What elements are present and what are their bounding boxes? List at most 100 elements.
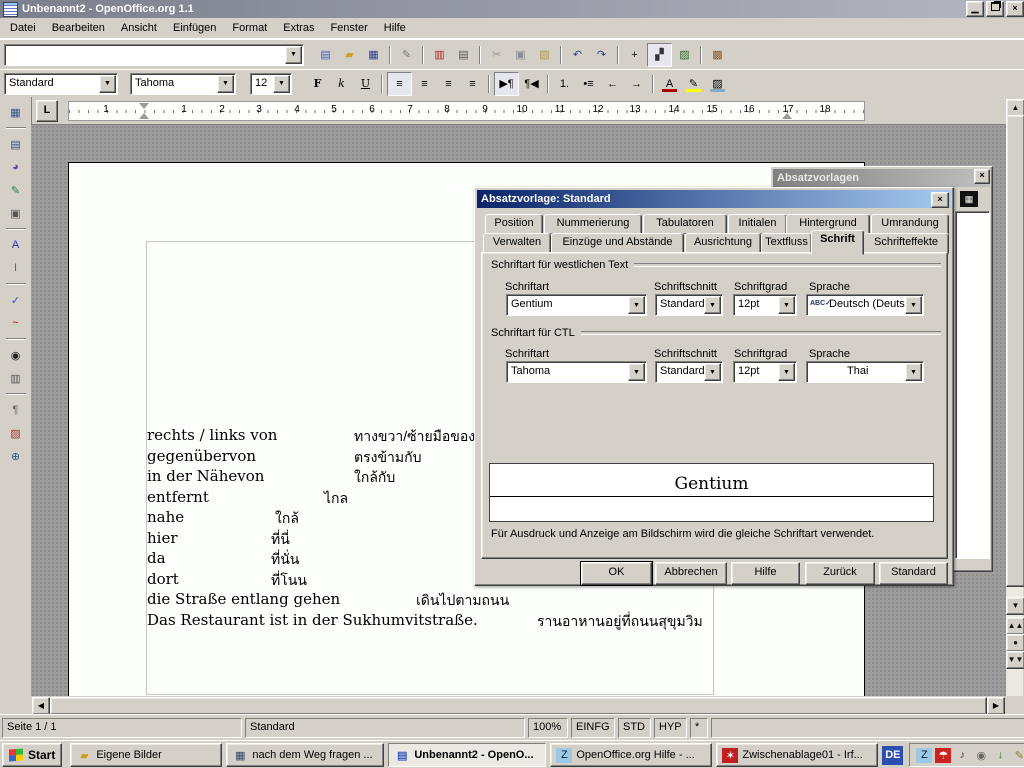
stylist-icon[interactable]: ▞ bbox=[647, 43, 672, 67]
previous-page-icon[interactable]: ▲▲ bbox=[1006, 617, 1024, 635]
quickstarter-icon[interactable]: Z bbox=[916, 748, 932, 763]
ltr-button[interactable]: ▶¶ bbox=[494, 72, 519, 96]
paste-icon[interactable]: ▧ bbox=[533, 44, 556, 66]
taskbar-unbenannt2[interactable]: ▤ Unbenannt2 - OpenO... bbox=[388, 743, 546, 767]
antivirus-icon[interactable]: ☂ bbox=[935, 748, 951, 763]
keyboard-layout-badge[interactable]: DE bbox=[882, 746, 903, 765]
highlight-button[interactable]: ✎ bbox=[682, 73, 705, 95]
status-segment[interactable]: * bbox=[690, 718, 708, 738]
autotext-icon[interactable]: A bbox=[4, 235, 28, 255]
draw-functions-icon[interactable]: ✎ bbox=[4, 180, 28, 200]
status-segment[interactable]: Seite 1 / 1 bbox=[2, 718, 242, 738]
taskbar-eigene-bilder[interactable]: ▰ Eigene Bilder bbox=[70, 743, 222, 767]
vertical-scroll-thumb[interactable] bbox=[1006, 115, 1024, 587]
gallery-icon[interactable]: ▨ bbox=[673, 44, 696, 66]
redo-icon[interactable]: ↷ bbox=[590, 44, 613, 66]
font-size-combobox[interactable]: 12 ▼ bbox=[250, 73, 292, 95]
navigation-icon[interactable]: ● bbox=[1006, 634, 1024, 652]
status-segment[interactable]: 100% bbox=[528, 718, 568, 738]
taskbar-ooo-hilfe[interactable]: Z OpenOffice.org Hilfe - ... bbox=[550, 743, 712, 767]
numbering-button[interactable]: 1. bbox=[553, 73, 576, 95]
western-font-combobox[interactable]: Gentium ▼ bbox=[506, 294, 647, 316]
new-document-icon[interactable]: ▤ bbox=[314, 44, 337, 66]
stylist-close-icon[interactable]: × bbox=[974, 169, 990, 184]
restore-button[interactable] bbox=[986, 1, 1004, 17]
dropdown-arrow-icon[interactable]: ▼ bbox=[704, 296, 721, 314]
start-button[interactable]: Start bbox=[2, 743, 62, 767]
ok-button[interactable]: OK bbox=[581, 562, 652, 585]
menu-item[interactable]: Datei bbox=[2, 20, 44, 36]
nonprinting-chars-icon[interactable]: ¶ bbox=[4, 400, 28, 420]
standard-button[interactable]: Standard bbox=[879, 562, 948, 585]
close-button[interactable]: × bbox=[1006, 1, 1024, 17]
insert-fields-icon[interactable]: ▤ bbox=[4, 134, 28, 154]
dropdown-arrow-icon[interactable]: ▼ bbox=[778, 363, 795, 381]
right-indent-marker[interactable] bbox=[782, 113, 792, 119]
increase-indent-button[interactable]: → bbox=[625, 73, 648, 95]
undo-icon[interactable]: ↶ bbox=[566, 44, 589, 66]
status-segment[interactable] bbox=[711, 718, 1024, 738]
tab-tabulatoren[interactable]: Tabulatoren bbox=[643, 214, 727, 234]
align-right-button[interactable]: ≡ bbox=[437, 73, 460, 95]
decrease-indent-button[interactable]: ← bbox=[601, 73, 624, 95]
tab-einzuege[interactable]: Einzüge und Abstände bbox=[551, 233, 684, 254]
tab-schrift[interactable]: Schrift bbox=[811, 230, 864, 255]
mouse-icon[interactable]: ◉ bbox=[973, 748, 989, 763]
style-dropdown-arrow[interactable]: ▼ bbox=[99, 75, 116, 93]
dropdown-arrow-icon[interactable]: ▼ bbox=[704, 363, 721, 381]
help-button[interactable]: Hilfe bbox=[731, 562, 800, 585]
paragraph-style-combobox[interactable]: Standard ▼ bbox=[4, 73, 118, 95]
menu-item[interactable]: Fenster bbox=[322, 20, 375, 36]
font-name-combobox[interactable]: Tahoma ▼ bbox=[130, 73, 236, 95]
tab-verwalten[interactable]: Verwalten bbox=[483, 233, 551, 254]
size-dropdown-arrow[interactable]: ▼ bbox=[273, 75, 290, 93]
horizontal-scrollbar[interactable]: ◀ ▶ bbox=[0, 696, 1024, 714]
insert-form-icon[interactable]: ▣ bbox=[4, 203, 28, 223]
online-layout-icon[interactable]: ⊕ bbox=[4, 446, 28, 466]
scroll-down-icon[interactable]: ▼ bbox=[1006, 597, 1024, 615]
horizontal-scroll-thumb[interactable] bbox=[50, 697, 987, 715]
next-page-icon[interactable]: ▼▼ bbox=[1006, 651, 1024, 669]
export-pdf-icon[interactable]: ▥ bbox=[428, 44, 451, 66]
menu-item[interactable]: Extras bbox=[275, 20, 322, 36]
status-segment[interactable]: Standard bbox=[245, 718, 525, 738]
ctl-language-combobox[interactable]: Thai ▼ bbox=[806, 361, 924, 383]
find-replace-icon[interactable]: ◉ bbox=[4, 345, 28, 365]
left-indent-marker[interactable] bbox=[139, 113, 149, 119]
menu-item[interactable]: Format bbox=[224, 20, 275, 36]
tab-position[interactable]: Position bbox=[485, 214, 543, 234]
taskbar-zwischenablage[interactable]: ✶ Zwischenablage01 - Irf... bbox=[716, 743, 878, 767]
tab-nummerierung[interactable]: Nummerierung bbox=[544, 214, 642, 234]
bullets-button[interactable]: •≡ bbox=[577, 73, 600, 95]
status-segment[interactable]: HYP bbox=[654, 718, 687, 738]
tab-umrandung[interactable]: Umrandung bbox=[871, 214, 949, 234]
url-combobox[interactable]: ▼ bbox=[4, 44, 304, 66]
insert-object-icon[interactable]: ◕ bbox=[4, 157, 28, 177]
paragraph-styles-icon[interactable]: ▦ bbox=[960, 191, 978, 207]
taskbar-weg-fragen[interactable]: ▦ nach dem Weg fragen ... bbox=[226, 743, 384, 767]
ctl-style-combobox[interactable]: Standard ▼ bbox=[655, 361, 723, 383]
align-left-button[interactable]: ≡ bbox=[387, 72, 412, 96]
stylist-style-list[interactable] bbox=[955, 211, 990, 559]
spellcheck-icon[interactable]: ✓ bbox=[4, 290, 28, 310]
insert-graphics-icon[interactable]: ▩ bbox=[706, 44, 729, 66]
background-color-button[interactable]: ▨ bbox=[706, 73, 729, 95]
scroll-left-icon[interactable]: ◀ bbox=[32, 697, 50, 715]
ctl-size-combobox[interactable]: 12pt ▼ bbox=[733, 361, 797, 383]
cut-icon[interactable]: ✂ bbox=[485, 44, 508, 66]
insert-table-icon[interactable]: ▦ bbox=[4, 102, 28, 122]
minimize-button[interactable]: ▁ bbox=[966, 1, 984, 17]
dropdown-arrow-icon[interactable]: ▼ bbox=[905, 363, 922, 381]
open-icon[interactable]: ▰ bbox=[338, 44, 361, 66]
menu-item[interactable]: Einfügen bbox=[165, 20, 224, 36]
menu-item[interactable]: Bearbeiten bbox=[44, 20, 113, 36]
tab-schrifteffekte[interactable]: Schrifteffekte bbox=[863, 233, 949, 254]
western-style-combobox[interactable]: Standard ▼ bbox=[655, 294, 723, 316]
western-size-combobox[interactable]: 12pt ▼ bbox=[733, 294, 797, 316]
tab-type-selector[interactable]: L bbox=[36, 100, 58, 122]
scroll-right-icon[interactable]: ▶ bbox=[987, 697, 1005, 715]
font-dropdown-arrow[interactable]: ▼ bbox=[217, 75, 234, 93]
bold-button[interactable]: F bbox=[306, 73, 329, 95]
align-justify-button[interactable]: ≡ bbox=[461, 73, 484, 95]
tab-ausrichtung[interactable]: Ausrichtung bbox=[685, 233, 761, 254]
